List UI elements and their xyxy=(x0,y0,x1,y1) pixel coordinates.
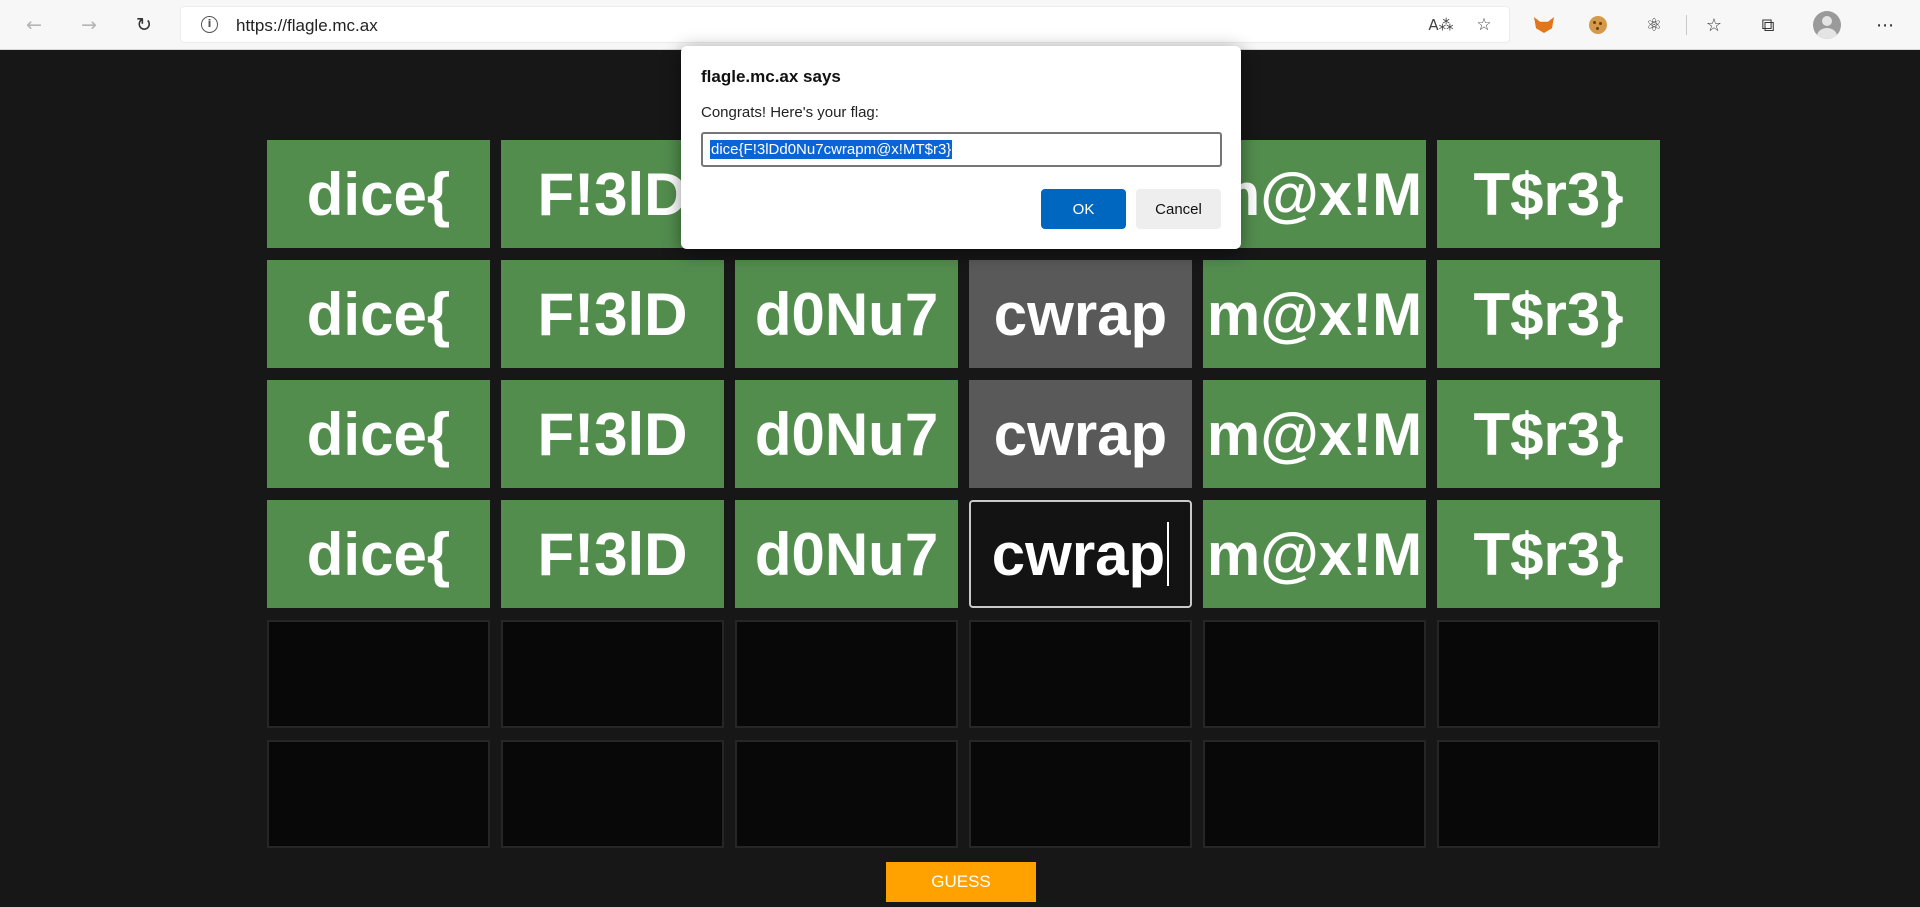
alert-dialog: flagle.mc.ax says Congrats! Here's your … xyxy=(681,46,1241,249)
board-cell xyxy=(501,740,724,848)
cell-text: m@x!M xyxy=(1206,520,1423,588)
board-cell: d0Nu7 xyxy=(735,380,958,488)
profile-avatar-icon[interactable] xyxy=(1813,11,1841,39)
favorites-list-icon[interactable]: ☆ xyxy=(1700,11,1728,39)
collections-icon[interactable]: ⧉ xyxy=(1754,11,1782,39)
cell-text: cwrap xyxy=(993,400,1168,468)
refresh-icon[interactable]: ↻ xyxy=(128,9,160,41)
board-cell: F!3lD xyxy=(501,260,724,368)
toolbar-divider xyxy=(1686,15,1687,35)
board-cell xyxy=(735,740,958,848)
board-cell: dice{ xyxy=(267,140,490,248)
board-cell: d0Nu7 xyxy=(735,500,958,608)
browser-toolbar: ← → ↻ i https://flagle.mc.ax A⁂ ☆ ⚛ ☆ ⧉ … xyxy=(0,0,1920,50)
cell-text: F!3lD xyxy=(537,520,688,588)
cell-text: T$r3} xyxy=(1473,400,1624,468)
board-cell: dice{ xyxy=(267,260,490,368)
board-cell xyxy=(1437,740,1660,848)
board-cell: F!3lD xyxy=(501,500,724,608)
cell-text: T$r3} xyxy=(1473,160,1624,228)
cell-text: d0Nu7 xyxy=(754,280,939,348)
more-menu-icon[interactable]: ⋯ xyxy=(1871,11,1899,39)
cell-text: cwrap xyxy=(993,280,1168,348)
cell-text: T$r3} xyxy=(1473,280,1624,348)
board-cell: F!3lD xyxy=(501,380,724,488)
puzzle-extensions-icon[interactable]: ⚛ xyxy=(1640,11,1668,39)
cell-text: d0Nu7 xyxy=(754,520,939,588)
board-cell: m@x!M xyxy=(1203,260,1426,368)
board-cell xyxy=(969,740,1192,848)
cell-text: m@x!M xyxy=(1206,400,1423,468)
board-cell xyxy=(267,740,490,848)
board-cell: T$r3} xyxy=(1437,500,1660,608)
cell-text: F!3lD xyxy=(537,160,688,228)
cancel-button[interactable]: Cancel xyxy=(1136,189,1221,229)
back-arrow-icon[interactable]: ← xyxy=(18,9,50,41)
board-cell xyxy=(501,620,724,728)
cell-text: d0Nu7 xyxy=(754,400,939,468)
cell-text: F!3lD xyxy=(537,400,688,468)
board-cell: m@x!M xyxy=(1203,380,1426,488)
cookie-icon[interactable] xyxy=(1584,11,1612,39)
url-text[interactable]: https://flagle.mc.ax xyxy=(236,16,378,36)
board-cell: T$r3} xyxy=(1437,260,1660,368)
cell-text: cwrap xyxy=(991,520,1166,588)
read-aloud-icon[interactable]: A⁂ xyxy=(1428,13,1454,37)
flag-input-selected-text[interactable]: dice{F!3lDd0Nu7cwrapm@x!MT$r3} xyxy=(710,140,953,159)
dialog-title: flagle.mc.ax says xyxy=(701,67,841,86)
cell-text: dice{ xyxy=(306,400,451,468)
board-cell: dice{ xyxy=(267,380,490,488)
board-cell xyxy=(1437,620,1660,728)
guess-button[interactable]: GUESS xyxy=(886,862,1036,902)
board-cell xyxy=(267,620,490,728)
cell-text: T$r3} xyxy=(1473,520,1624,588)
metamask-fox-icon[interactable] xyxy=(1530,11,1558,39)
cell-text: dice{ xyxy=(306,280,451,348)
board-cell: cwrap xyxy=(969,260,1192,368)
board-cell xyxy=(735,620,958,728)
cell-text: dice{ xyxy=(306,160,451,228)
board-cell: d0Nu7 xyxy=(735,260,958,368)
add-favorite-icon[interactable]: ☆ xyxy=(1471,13,1497,37)
board-cell: m@x!M xyxy=(1203,500,1426,608)
board-cell xyxy=(1203,740,1426,848)
board-cell: T$r3} xyxy=(1437,140,1660,248)
address-bar[interactable]: i https://flagle.mc.ax A⁂ ☆ xyxy=(180,6,1510,43)
forward-arrow-icon[interactable]: → xyxy=(73,9,105,41)
cell-text: m@x!M xyxy=(1206,280,1423,348)
ok-button[interactable]: OK xyxy=(1041,189,1126,229)
dialog-message: Congrats! Here's your flag: xyxy=(701,104,879,121)
text-caret xyxy=(1167,522,1170,586)
cell-text: F!3lD xyxy=(537,280,688,348)
board-cell: dice{ xyxy=(267,500,490,608)
cell-text: dice{ xyxy=(306,520,451,588)
flag-input[interactable]: dice{F!3lDd0Nu7cwrapm@x!MT$r3} xyxy=(701,132,1222,167)
board-cell xyxy=(969,620,1192,728)
board-cell: T$r3} xyxy=(1437,380,1660,488)
board-cell xyxy=(1203,620,1426,728)
board-cell: cwrap xyxy=(969,380,1192,488)
info-icon[interactable]: i xyxy=(201,16,218,33)
active-guess-cell[interactable]: cwrap xyxy=(969,500,1192,608)
